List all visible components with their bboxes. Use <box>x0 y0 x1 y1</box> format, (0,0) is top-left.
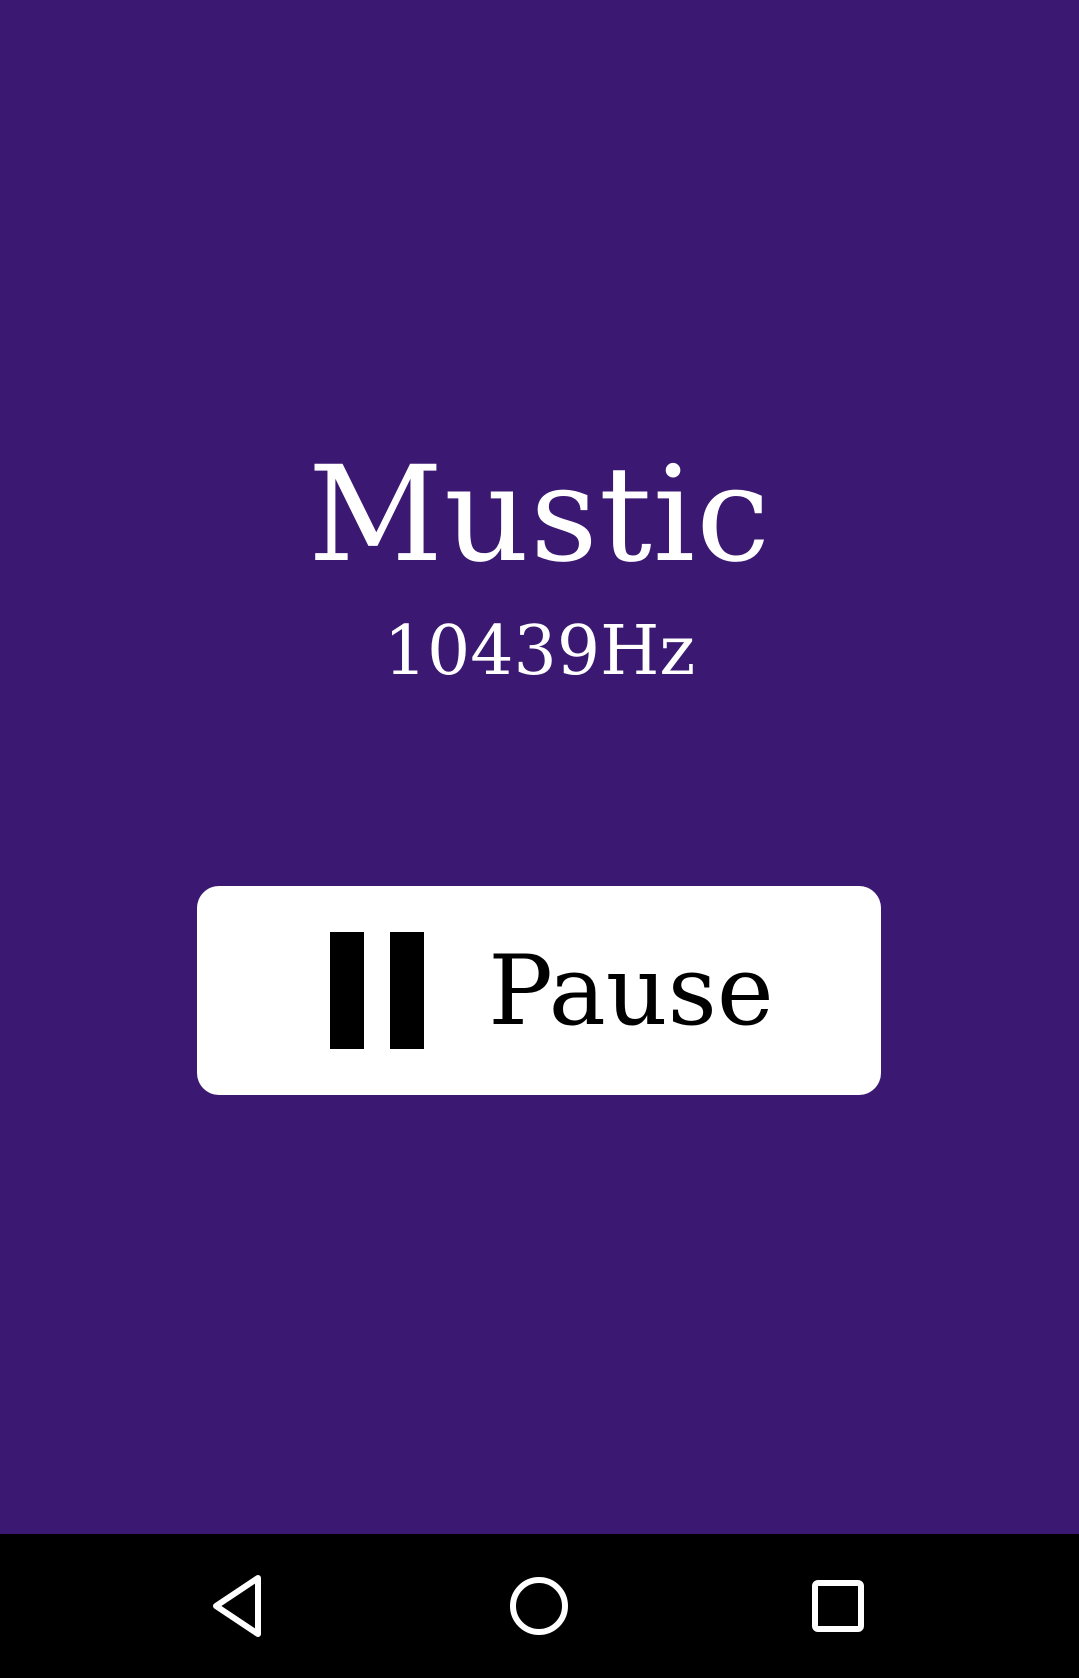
pause-icon-bar-left <box>330 932 365 1049</box>
home-button[interactable] <box>489 1556 589 1656</box>
home-circle-icon <box>510 1577 568 1635</box>
system-navigation-bar <box>0 1534 1079 1678</box>
back-triangle-icon <box>213 1575 261 1637</box>
pause-button[interactable]: Pause <box>197 886 881 1095</box>
app-title: Mustic <box>307 438 772 592</box>
pause-icon <box>330 932 425 1049</box>
screen: Mustic 10439Hz Pause <box>0 0 1079 1678</box>
frequency-readout: 10439Hz <box>383 612 696 691</box>
app-content: Mustic 10439Hz Pause <box>0 0 1079 1534</box>
pause-icon-bar-right <box>390 932 425 1049</box>
recents-button[interactable] <box>788 1556 888 1656</box>
recents-square-icon <box>812 1580 864 1632</box>
pause-label: Pause <box>488 934 774 1047</box>
back-button[interactable] <box>188 1556 288 1656</box>
